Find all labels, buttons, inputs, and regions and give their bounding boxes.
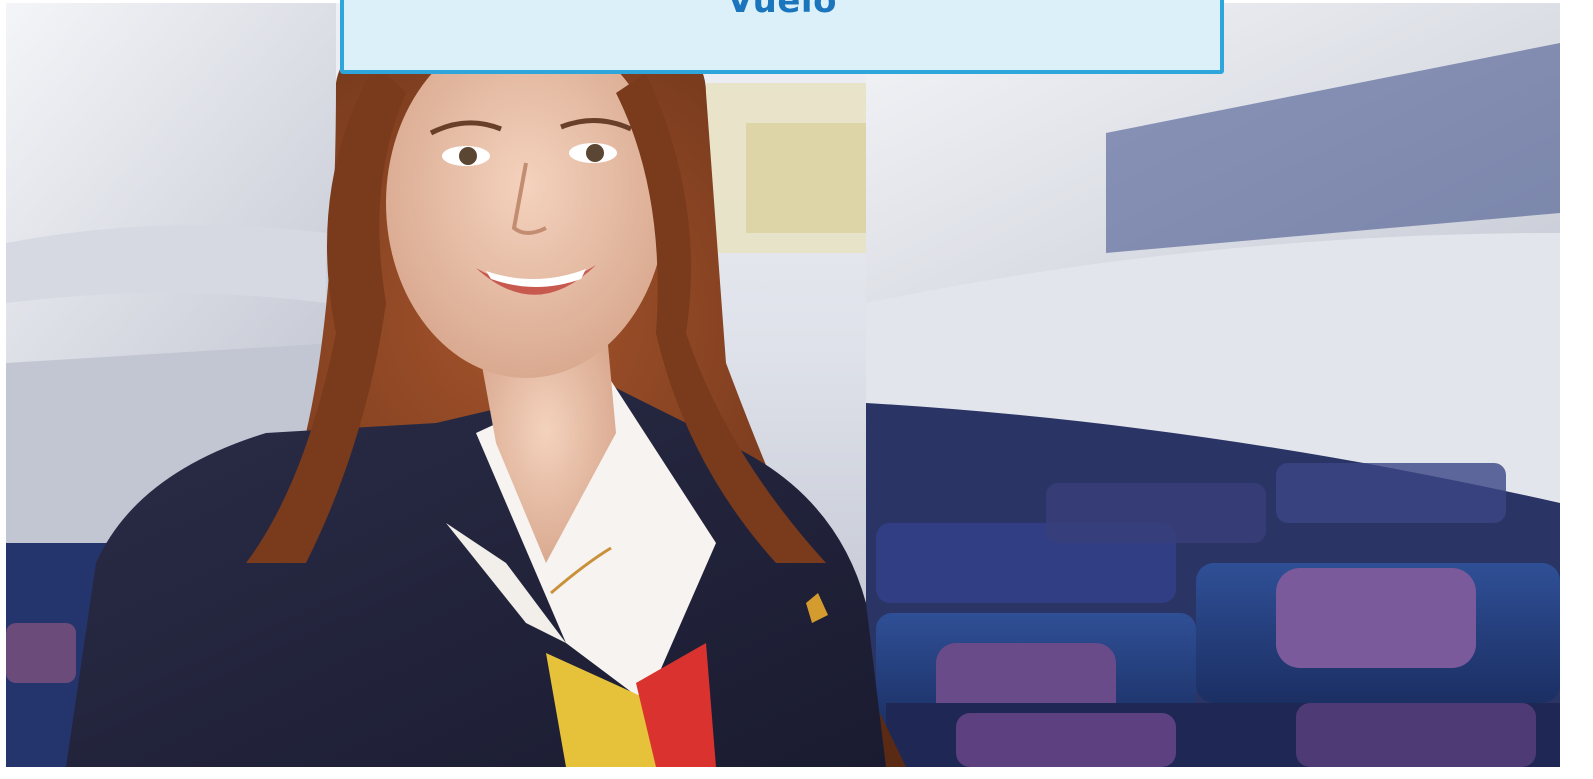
slide: Vuelo xyxy=(0,0,1593,779)
slide-title-box: Vuelo xyxy=(340,0,1224,74)
slide-title: Vuelo xyxy=(727,0,837,21)
flight-attendant-photo xyxy=(6,3,1560,767)
